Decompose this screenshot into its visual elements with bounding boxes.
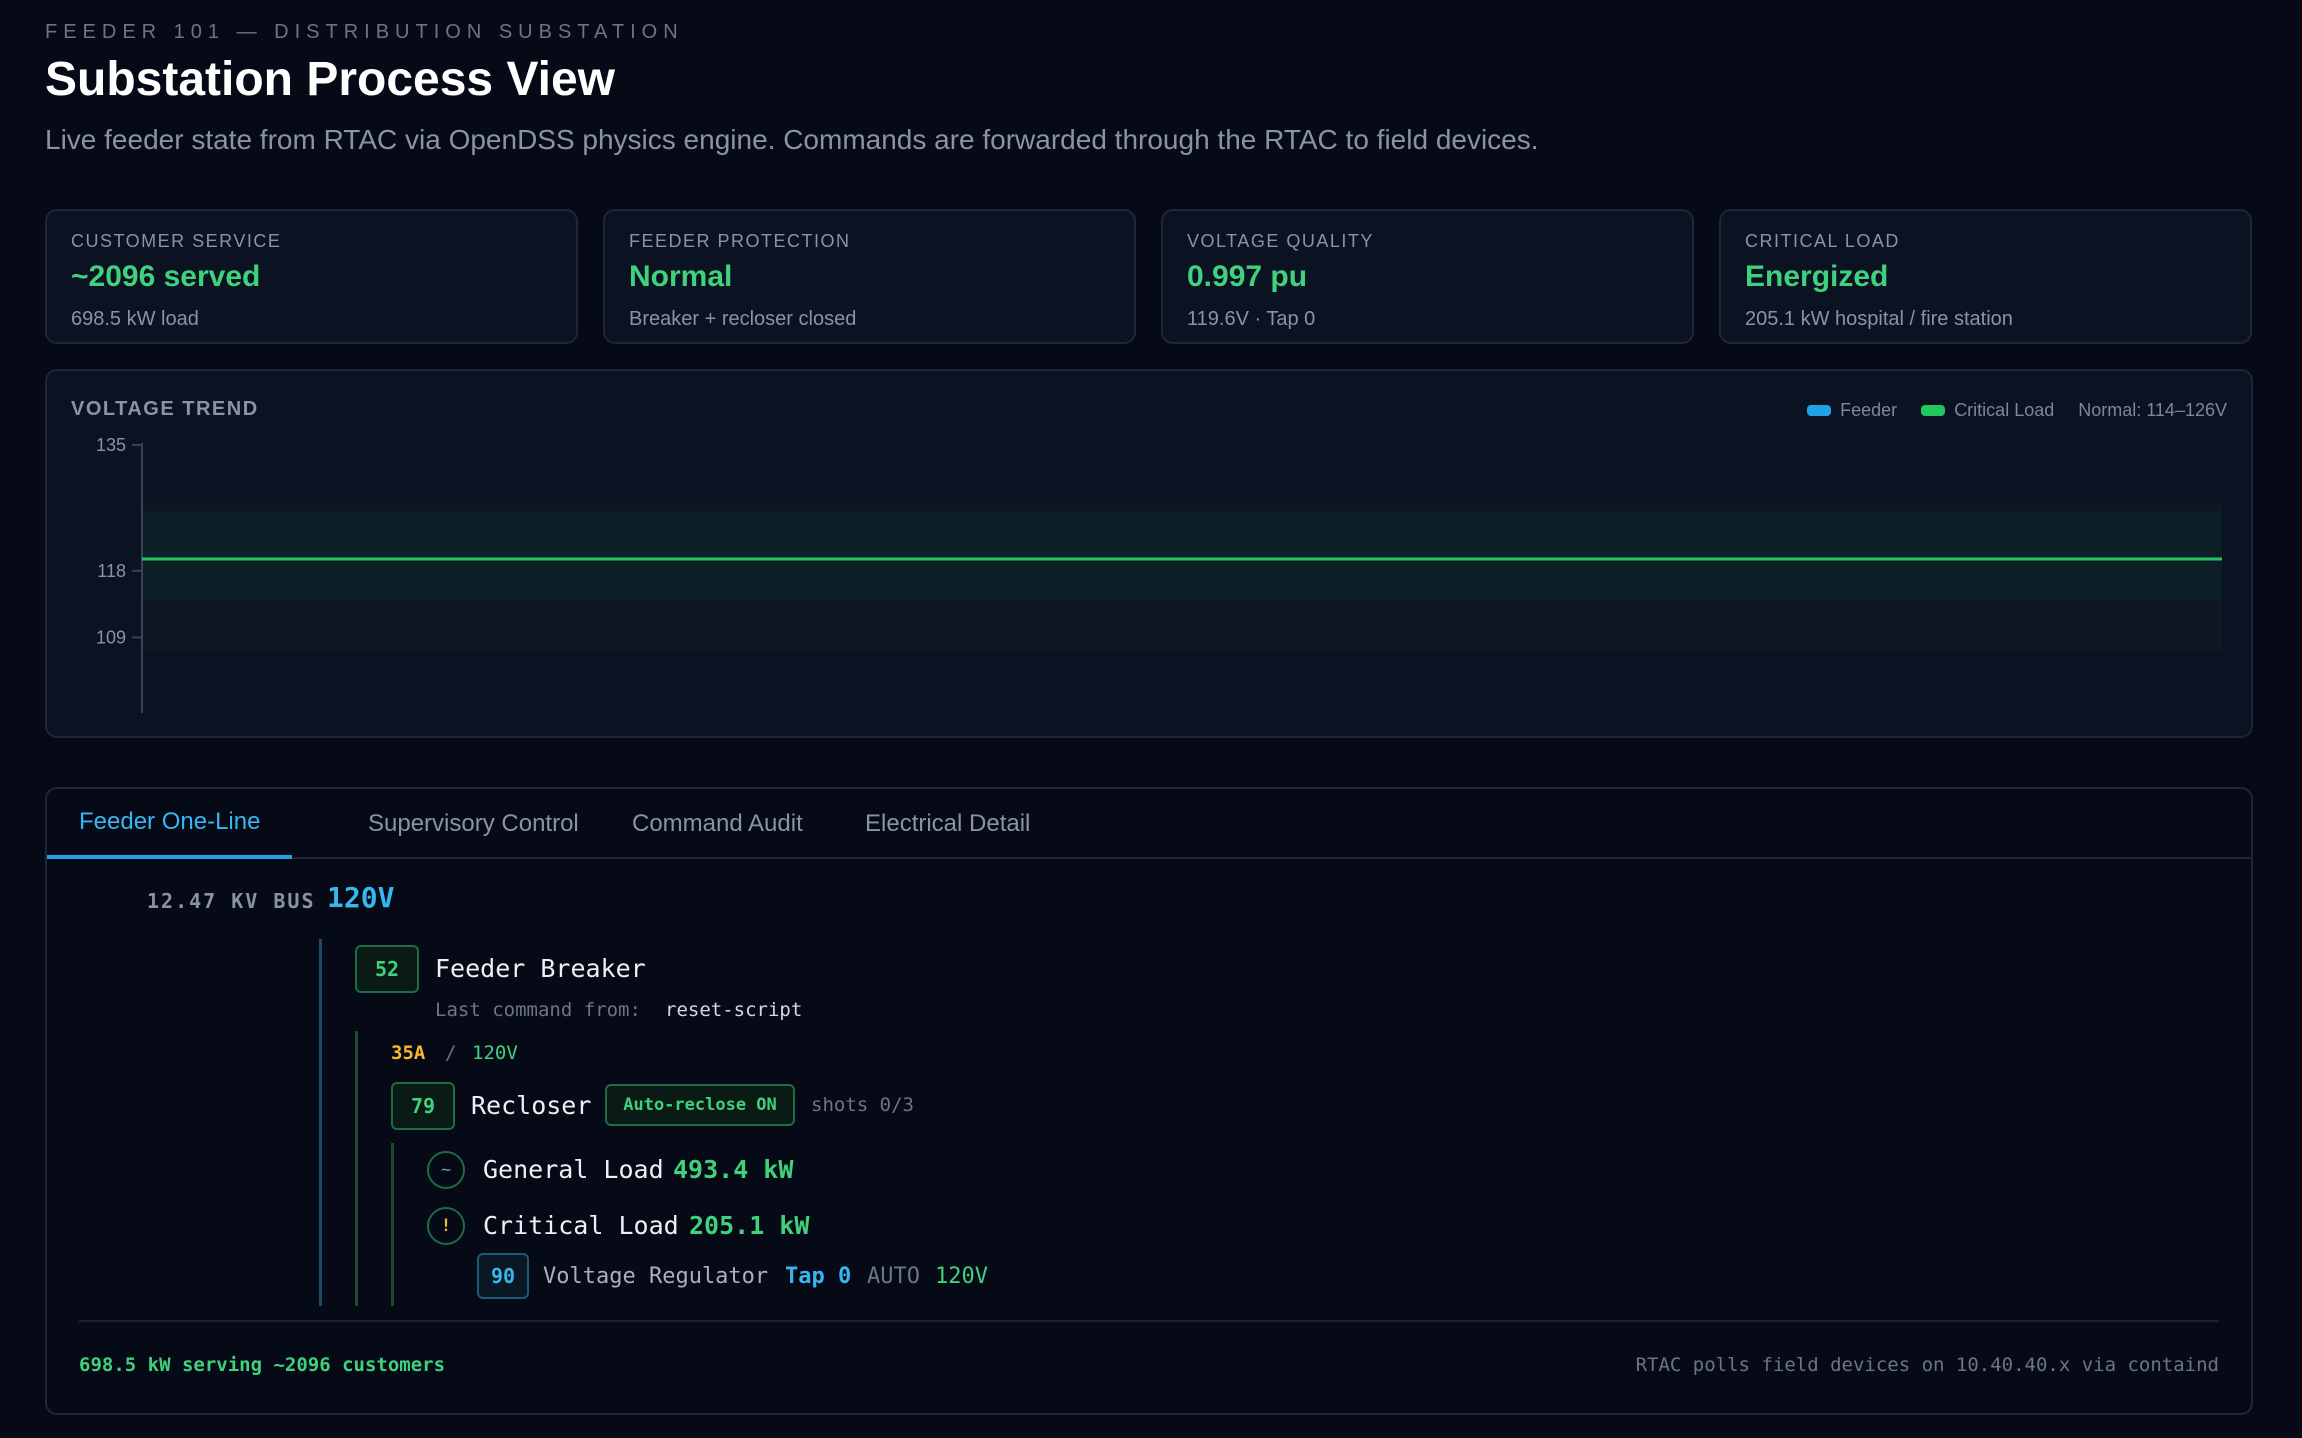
kpi-value: Normal	[629, 260, 733, 293]
kpi-critical-load: CRITICAL LOAD Energized 205.1 kW hospita…	[1719, 209, 2252, 344]
feeder-voltage: 120V	[472, 1042, 518, 1064]
kpi-value: ~2096 served	[71, 260, 261, 293]
y-tick-label: 118	[97, 561, 126, 581]
general-load-name: General Load	[483, 1155, 664, 1184]
breaker-name: Feeder Breaker	[435, 954, 646, 983]
feeder-one-line: 12.47 KV BUS 120V 52 Feeder Breaker Last…	[47, 859, 2251, 1415]
critical-load-warning-icon: !	[427, 1207, 465, 1245]
rtac-note: RTAC polls field devices on 10.40.40.x v…	[1635, 1354, 2219, 1376]
tab-feeder-one-line[interactable]: Feeder One-Line	[47, 789, 293, 859]
kpi-label: VOLTAGE QUALITY	[1187, 231, 1374, 251]
kpi-sub: 119.6V · Tap 0	[1187, 308, 1316, 330]
recloser-79-button[interactable]: 79	[391, 1082, 455, 1130]
recloser-name: Recloser	[471, 1091, 592, 1120]
tab-bar: Feeder One-Line Supervisory Control Comm…	[47, 789, 2251, 859]
last-command-label: Last command from:	[435, 999, 641, 1021]
recloser-line	[391, 1143, 394, 1306]
kpi-customer-service: CUSTOMER SERVICE ~2096 served 698.5 kW l…	[45, 209, 578, 344]
feeder-summary: 698.5 kW serving ~2096 customers	[79, 1354, 446, 1376]
footer-divider	[79, 1320, 2219, 1322]
kpi-feeder-protection: FEEDER PROTECTION Normal Breaker + reclo…	[603, 209, 1136, 344]
auto-reclose-badge[interactable]: Auto-reclose ON	[605, 1084, 795, 1126]
tab-supervisory-control[interactable]: Supervisory Control	[336, 789, 611, 859]
kpi-label: CRITICAL LOAD	[1745, 231, 1900, 251]
recloser-shots: shots 0/3	[811, 1094, 914, 1116]
bus-label: 12.47 KV BUS	[147, 889, 316, 913]
page-eyebrow: FEEDER 101 — DISTRIBUTION SUBSTATION	[45, 21, 684, 43]
regulator-voltage: 120V	[935, 1264, 988, 1289]
bus-line	[319, 939, 322, 1306]
critical-load-kw: 205.1 kW	[689, 1211, 810, 1240]
page-title: Substation Process View	[45, 53, 615, 106]
kpi-value: 0.997 pu	[1187, 260, 1308, 293]
normal-band	[142, 511, 2222, 601]
kpi-voltage-quality: VOLTAGE QUALITY 0.997 pu 119.6V · Tap 0	[1161, 209, 1694, 344]
regulator-90-button[interactable]: 90	[477, 1253, 529, 1299]
kpi-label: CUSTOMER SERVICE	[71, 231, 282, 251]
breaker-line	[355, 1031, 358, 1306]
page-subtitle: Live feeder state from RTAC via OpenDSS …	[45, 124, 1539, 155]
regulator-name: Voltage Regulator	[543, 1264, 769, 1289]
critical-load-name: Critical Load	[483, 1211, 679, 1240]
general-load-icon: ~	[427, 1151, 465, 1189]
y-tick-label: 109	[96, 627, 126, 647]
kpi-value: Energized	[1745, 260, 1889, 293]
kpi-sub: Breaker + recloser closed	[629, 308, 857, 330]
bus-voltage: 120V	[327, 881, 395, 914]
tab-panel: Feeder One-Line Supervisory Control Comm…	[45, 787, 2253, 1415]
regulator-tap: Tap 0	[785, 1264, 852, 1289]
voltage-trend-chart: 135 118 109	[96, 435, 2222, 713]
breaker-52-button[interactable]: 52	[355, 945, 419, 993]
kpi-sub: 205.1 kW hospital / fire station	[1745, 308, 2013, 330]
kpi-label: FEEDER PROTECTION	[629, 231, 851, 251]
feeder-current: 35A	[391, 1042, 426, 1064]
tab-electrical-detail[interactable]: Electrical Detail	[833, 789, 1062, 859]
tab-command-audit[interactable]: Command Audit	[600, 789, 835, 859]
y-tick-label: 135	[96, 435, 126, 455]
general-load-kw: 493.4 kW	[673, 1155, 794, 1184]
kpi-sub: 698.5 kW load	[71, 308, 199, 330]
last-command-value: reset-script	[665, 999, 803, 1021]
current-separator: /	[445, 1042, 457, 1064]
regulator-mode: AUTO	[867, 1264, 920, 1289]
voltage-trend-card: VOLTAGE TREND Feeder Critical Load Norma…	[45, 369, 2253, 738]
